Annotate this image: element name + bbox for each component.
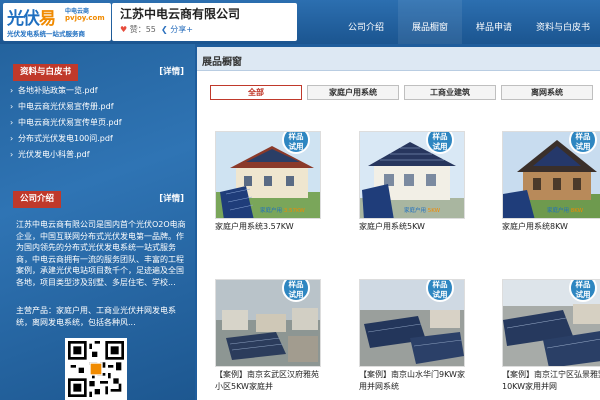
nav-company-intro[interactable]: 公司介绍 (334, 0, 398, 44)
image-kw: 3.57KW (283, 208, 305, 214)
tab-commercial[interactable]: 工商业建筑 (404, 85, 496, 100)
image-label: 家庭户用 (404, 208, 427, 214)
docs-header: 资料与白皮书 [详情] (8, 62, 188, 84)
company-card: 江苏中电云商有限公司 ♥ 赞：55 ❮ 分享+ (112, 3, 297, 41)
product-card[interactable]: 家庭户用 8KW 样品 试用 家庭户用系统8KW (502, 131, 600, 231)
product-caption[interactable]: 家庭户用系统3.57KW (215, 221, 325, 233)
nav-documents[interactable]: 资料与白皮书 (526, 0, 600, 44)
product-image[interactable]: 样品 试用 (359, 279, 465, 367)
qr-code (65, 338, 127, 400)
company-products-text: 主营产品：家庭户用、工商业光伏并网发电系统，离网发电系统，包括各种风... (16, 306, 176, 327)
showcase-panel: 展品橱窗 全部 家庭户用系统 工商业建筑 离网系统 家庭户用 3.57KW 样品… (197, 47, 600, 400)
tab-all[interactable]: 全部 (210, 85, 302, 100)
logo[interactable]: 光伏易 中电云商 pvjoy.com 光伏发电系统一站式服务商 (3, 3, 111, 41)
showcase-title-bar: 展品橱窗 (197, 47, 600, 71)
product-caption[interactable]: 家庭户用系统5KW (359, 221, 469, 233)
image-label: 家庭户用 (547, 208, 570, 214)
logo-slogan: 光伏发电系统一站式服务商 (7, 30, 85, 38)
product-image[interactable]: 家庭户用 3.57KW 样品 试用 (215, 131, 321, 219)
docs-title: 资料与白皮书 (13, 64, 79, 81)
doc-item[interactable]: › 中电云商光伏易宣传单页.pdf (10, 115, 190, 131)
doc-item[interactable]: › 光伏发电小科普.pdf (10, 147, 190, 163)
arrow-right-icon: › (10, 134, 14, 143)
product-card[interactable]: 样品 试用 【案例】南京玄武区汉府雅苑小区5KW家庭并 (215, 279, 341, 391)
intro-more-link[interactable]: [详情] (159, 192, 184, 204)
share-link[interactable]: 分享 (170, 25, 186, 34)
heart-icon[interactable]: ♥ (120, 25, 127, 34)
doc-item[interactable]: › 中电云商光伏易宣传册.pdf (10, 99, 190, 115)
image-kw: 5KW (427, 208, 441, 214)
intro-title: 公司介绍 (13, 191, 62, 208)
company-name: 江苏中电云商有限公司 (120, 7, 241, 21)
logo-text-accent: 易 (39, 9, 56, 29)
share-icon[interactable]: ❮ (161, 25, 168, 34)
tab-offgrid[interactable]: 离网系统 (501, 85, 593, 100)
company-meta: ♥ 赞：55 ❮ 分享+ (120, 25, 193, 34)
nav-showcase[interactable]: 展品橱窗 (398, 0, 462, 44)
image-kw: 8KW (570, 208, 584, 214)
showcase-title: 展品橱窗 (202, 57, 242, 68)
product-image[interactable]: 样品 试用 (215, 279, 321, 367)
nav-sample-request[interactable]: 样品申请 (462, 0, 526, 44)
share-plus-icon: + (186, 25, 193, 34)
arrow-right-icon: › (10, 150, 14, 159)
product-card[interactable]: 家庭户用 5KW 样品 试用 家庭户用系统5KW (359, 131, 485, 231)
arrow-right-icon: › (10, 118, 14, 127)
doc-item[interactable]: › 各地补贴政策一览.pdf (10, 83, 190, 99)
logo-domain: pvjoy.com (65, 14, 105, 22)
product-caption[interactable]: 【案例】南京玄武区汉府雅苑小区5KW家庭并 (215, 369, 325, 393)
product-image[interactable]: 家庭户用 5KW 样品 试用 (359, 131, 465, 219)
image-label: 家庭户用 (260, 208, 283, 214)
header: 光伏易 中电云商 pvjoy.com 光伏发电系统一站式服务商 江苏中电云商有限… (0, 0, 600, 44)
main-nav: 公司介绍 展品橱窗 样品申请 资料与白皮书 (334, 0, 600, 44)
docs-list: › 各地补贴政策一览.pdf › 中电云商光伏易宣传册.pdf › 中电云商光伏易宣传… (10, 83, 190, 163)
product-card[interactable]: 家庭户用 3.57KW 样品 试用 家庭户用系统3.57KW (215, 131, 341, 231)
doc-item[interactable]: › 分布式光伏发电100问.pdf (10, 131, 190, 147)
arrow-right-icon: › (10, 102, 14, 111)
likes-count: 55 (145, 25, 156, 34)
product-caption[interactable]: 【案例】南京江宁区弘景雅墅10KW家用并网 (502, 369, 600, 393)
logo-text: 光伏 (7, 9, 40, 29)
intro-header: 公司介绍 [详情] (8, 189, 188, 211)
company-intro-text: 江苏中电云商有限公司是国内首个光伏O2O电商企业，中国互联网分布式光伏发电第一品… (16, 220, 186, 287)
likes-label[interactable]: 赞 (130, 25, 138, 34)
product-card[interactable]: 样品 试用 【案例】南京山水华门9KW家用并网系统 (359, 279, 485, 391)
product-image[interactable]: 样品 试用 (502, 279, 600, 367)
product-image[interactable]: 家庭户用 8KW 样品 试用 (502, 131, 600, 219)
docs-more-link[interactable]: [详情] (159, 65, 184, 77)
product-caption[interactable]: 【案例】南京山水华门9KW家用并网系统 (359, 369, 469, 393)
product-caption[interactable]: 家庭户用系统8KW (502, 221, 600, 233)
category-tabs: 全部 家庭户用系统 工商业建筑 离网系统 (210, 85, 598, 100)
product-card[interactable]: 样品 试用 【案例】南京江宁区弘景雅墅10KW家用并网 (502, 279, 600, 391)
tab-residential[interactable]: 家庭户用系统 (307, 85, 399, 100)
arrow-right-icon: › (10, 86, 14, 95)
